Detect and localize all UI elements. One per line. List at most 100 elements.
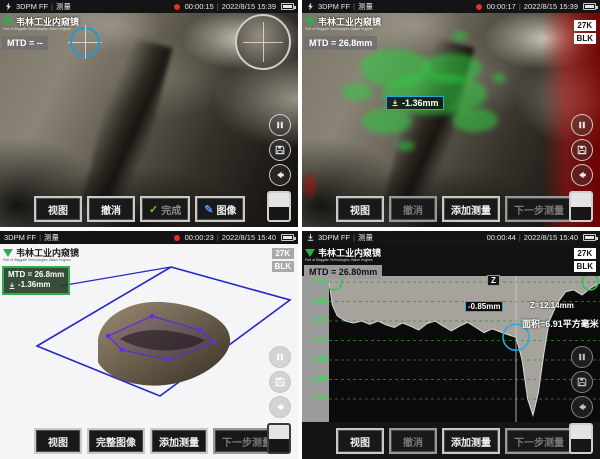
- undo-button-label: 撤消: [403, 202, 423, 217]
- check-icon: ✓: [149, 203, 158, 216]
- camera-viewport[interactable]: 韦林工业内窥镜 Part of Waygate Technologies, Ba…: [0, 13, 298, 227]
- record-timer: 00:00:17: [487, 2, 516, 11]
- view-button-label: 视图: [350, 202, 370, 217]
- undo-button[interactable]: 撤消: [389, 196, 437, 222]
- bottom-button-bar: 视图 撤消 添加测量 下一步测量: [302, 423, 600, 459]
- view-button[interactable]: 视图: [336, 428, 384, 454]
- pen-icon: ✎: [204, 203, 213, 216]
- done-button[interactable]: ✓ 完成: [140, 196, 190, 222]
- back-button[interactable]: [269, 396, 291, 418]
- add-measurement-button[interactable]: 添加测量: [442, 196, 500, 222]
- view-button[interactable]: 视图: [34, 428, 82, 454]
- depth-value: -1.36mm: [18, 280, 50, 290]
- divider: |: [519, 233, 521, 242]
- split-screen-toggle[interactable]: [267, 423, 291, 454]
- split-screen-toggle[interactable]: [569, 423, 593, 454]
- status-badges: 27K BLK: [574, 20, 596, 44]
- mtd-readout: MTD = 26.80mm: [304, 265, 382, 279]
- battery-icon: [281, 3, 294, 10]
- depth-measurement-tag[interactable]: -1.36mm: [386, 96, 444, 110]
- menu-measure[interactable]: 测量: [56, 1, 71, 12]
- mode-label: 3DPM FF: [318, 233, 350, 242]
- back-button[interactable]: [269, 164, 291, 186]
- depth-value: -1.36mm: [402, 98, 439, 108]
- camera-viewport[interactable]: 韦林工业内窥镜 Part of Waygate Technologies, Ba…: [302, 13, 600, 227]
- brand-subtitle: Part of Waygate Technologies, Baker Hugh…: [305, 27, 467, 31]
- pause-button[interactable]: [269, 346, 291, 368]
- badge-27k: 27K: [574, 20, 596, 31]
- pause-button[interactable]: [571, 346, 593, 368]
- quad-view-grid: 3DPM FF | 测量 00:00:15 | 2022/8/15 15:39 …: [0, 0, 600, 459]
- status-bar: 3DPM FF | 测量 00:00:44 | 2022/8/15 15:40: [302, 231, 600, 244]
- split-screen-toggle[interactable]: [569, 191, 593, 222]
- divider: |: [353, 233, 355, 242]
- side-controls: [269, 346, 291, 418]
- record-timer: 00:00:44: [487, 233, 516, 242]
- datetime: 2022/8/15 15:40: [222, 233, 276, 242]
- next-measurement-button[interactable]: 下一步测量: [505, 196, 573, 222]
- cursor-depth-label: -0.85mm: [465, 301, 503, 312]
- divider: |: [217, 233, 219, 242]
- badge-blk: BLK: [272, 261, 294, 272]
- depth-highlight-region: [397, 141, 415, 151]
- y-axis-tick-label: -0.30: [311, 298, 327, 306]
- battery-icon: [583, 234, 596, 241]
- magnifier-inset: [235, 14, 291, 70]
- datetime: 2022/8/15 15:40: [524, 233, 578, 242]
- y-axis-tick-label: -1.20: [311, 356, 327, 364]
- image-button-label: 图像: [216, 202, 236, 217]
- mtd-readout: MTD = --: [2, 36, 48, 50]
- divider: |: [39, 233, 41, 242]
- image-button[interactable]: ✎ 图像: [195, 196, 245, 222]
- pause-button[interactable]: [571, 114, 593, 136]
- pause-button[interactable]: [269, 114, 291, 136]
- y-axis-tick-label: -0.90: [311, 337, 327, 345]
- battery-icon: [583, 3, 596, 10]
- status-bar: 3DPM FF | 测量 00:00:15 | 2022/8/15 15:39: [0, 0, 298, 13]
- datetime: 2022/8/15 15:39: [524, 2, 578, 11]
- back-button[interactable]: [571, 396, 593, 418]
- brand-logo: 韦林工业内窥镜 Part of Waygate Technologies, Ba…: [305, 15, 466, 36]
- view-button-label: 视图: [350, 434, 370, 449]
- view-button[interactable]: 视图: [336, 196, 384, 222]
- menu-measure[interactable]: 测量: [44, 232, 59, 243]
- divider: |: [217, 2, 219, 11]
- status-badges: 27K BLK: [272, 248, 294, 272]
- quadrant-point-cloud: 3DPM FF | 测量 00:00:23 | 2022/8/15 15:40: [0, 231, 298, 459]
- save-button[interactable]: [571, 139, 593, 161]
- brand-logo: 韦林工业内窥镜 Part of Waygate Technologies, Ba…: [3, 15, 164, 36]
- undo-button[interactable]: 撤消: [87, 196, 135, 222]
- bottom-button-bar: 视图 撤消 添加测量 下一步测量: [302, 191, 600, 227]
- brand-triangle-icon: [305, 249, 315, 257]
- z-axis-tick-band: 0.00-0.30-0.60-0.90-1.20-1.50-1.80: [302, 276, 329, 422]
- view-button-label: 视图: [48, 202, 68, 217]
- probe-mode-icon: [306, 2, 315, 11]
- add-measurement-button[interactable]: 添加测量: [150, 428, 208, 454]
- side-controls: [269, 114, 291, 186]
- full-image-button[interactable]: 完整图像: [87, 428, 145, 454]
- menu-measure[interactable]: 测量: [358, 1, 373, 12]
- point-cloud-viewport[interactable]: 韦林工业内窥镜 Part of Waygate Technologies, Ba…: [0, 244, 298, 459]
- profile-length-label: Z=12.14mm: [530, 301, 574, 310]
- view-button[interactable]: 视图: [34, 196, 82, 222]
- quadrant-depth-measure: 3DPM FF | 测量 00:00:17 | 2022/8/15 15:39: [302, 0, 600, 227]
- next-measurement-button[interactable]: 下一步测量: [505, 428, 573, 454]
- depth-profile-chart[interactable]: [329, 276, 600, 422]
- y-axis-tick-label: -0.60: [311, 317, 327, 325]
- record-indicator: [174, 235, 180, 241]
- y-axis-tick-label: -1.50: [311, 376, 327, 384]
- save-button[interactable]: [269, 139, 291, 161]
- save-button[interactable]: [571, 371, 593, 393]
- profile-viewport[interactable]: 韦林工业内窥镜 Part of Waygate Technologies, Ba…: [302, 244, 600, 459]
- mode-label: 3DPM FF: [16, 2, 48, 11]
- undo-button[interactable]: 撤消: [389, 428, 437, 454]
- next-measurement-label: 下一步测量: [222, 434, 272, 449]
- divider: |: [519, 2, 521, 11]
- back-button[interactable]: [571, 164, 593, 186]
- side-controls: [571, 346, 593, 418]
- undo-button-label: 撤消: [403, 434, 423, 449]
- save-button[interactable]: [269, 371, 291, 393]
- split-screen-toggle[interactable]: [267, 191, 291, 222]
- menu-measure[interactable]: 测量: [358, 232, 373, 243]
- add-measurement-button[interactable]: 添加测量: [442, 428, 500, 454]
